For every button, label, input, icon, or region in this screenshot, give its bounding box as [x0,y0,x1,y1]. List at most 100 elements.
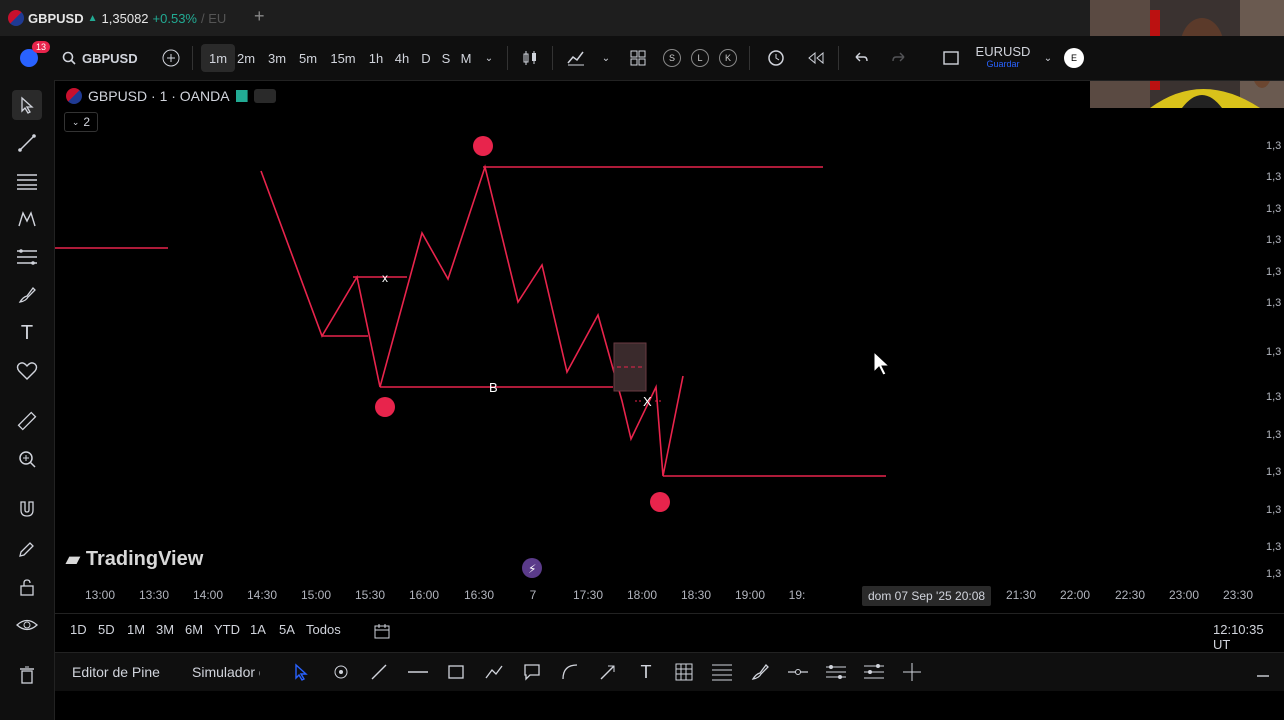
tv-logo-icon: ▰ [66,549,80,569]
alert-clock-icon[interactable] [764,36,788,80]
segment-icon[interactable] [786,660,810,684]
letter-k-button[interactable]: K [719,36,737,80]
b-label: B [489,380,498,395]
zoom-in-icon[interactable] [12,444,42,474]
timeframe-label: D [421,50,431,66]
timeframe-d[interactable]: D [419,36,433,80]
horizontal-line-icon[interactable] [406,660,430,684]
eye-icon[interactable] [12,610,42,640]
svg-text:⚡: ⚡ [528,562,536,576]
chevron-down-icon[interactable]: ⌄ [598,36,614,80]
lock-icon[interactable] [12,572,42,602]
timeframe-label: 4h [394,50,410,66]
undo-icon[interactable] [850,36,872,80]
time-tick-label: 13:30 [138,588,170,602]
letter-l-button[interactable]: L [691,36,709,80]
arrow-pen-icon[interactable] [596,660,620,684]
brush-icon[interactable] [748,660,772,684]
path-icon[interactable] [482,660,506,684]
pine-editor-tab[interactable]: Editor de Pine [72,664,160,680]
text-tool-icon[interactable]: T [634,660,658,684]
timeframe-m[interactable]: M [459,36,473,80]
calendar-icon[interactable] [373,622,391,643]
table-icon[interactable] [672,660,696,684]
range-button-3m[interactable]: 3M [156,622,174,637]
layout-save-button[interactable]: EURUSD Guardar [974,36,1032,80]
b-point-marker[interactable] [375,397,395,417]
strategy-tester-tab[interactable]: Simulador de [192,664,260,680]
trend-line-icon[interactable] [12,128,42,158]
tab-price: 1,35082 [101,10,149,26]
fullscreen-square-icon[interactable] [940,36,962,80]
symbol-tab[interactable]: GBPUSD ▲ 1,35082 +0.53% / EU [8,4,226,32]
price-buttons[interactable] [253,89,276,103]
range-button-1d[interactable]: 1D [70,622,87,637]
replay-icon[interactable] [805,36,827,80]
fib-tools-icon[interactable] [12,242,42,272]
chart-canvas[interactable]: x B X ⚡ [55,81,1284,611]
indicator-count: 2 [83,115,91,129]
timeframe-3m[interactable]: 3m [265,36,289,80]
range-button-5a[interactable]: 5A [279,622,295,637]
cursor-icon[interactable] [12,90,42,120]
range-button-1m[interactable]: 1M [127,622,145,637]
heart-icon[interactable] [12,356,42,386]
chevron-down-icon[interactable]: ⌄ [481,36,497,80]
avatar[interactable]: E [1064,36,1084,80]
timeframe-1m[interactable]: 1m [201,44,235,72]
rectangle-icon[interactable] [444,660,468,684]
settings-lines-icon[interactable] [824,660,848,684]
magnet-icon[interactable] [12,494,42,524]
pencil-lock-icon[interactable] [12,534,42,564]
callout-icon[interactable] [520,660,544,684]
horizontal-lines-icon[interactable] [12,166,42,196]
range-button-ytd[interactable]: YTD [214,622,240,637]
bottom-panel-bar: Editor de Pine Simulador de T [55,652,1284,691]
timeframe-4h[interactable]: 4h [392,36,412,80]
chart-legend[interactable]: GBPUSD · 1 · OANDA [66,88,276,104]
range-button-5d[interactable]: 5D [98,622,115,637]
chevron-down-icon[interactable]: ⌄ [1040,36,1056,80]
low-point-marker[interactable] [650,492,670,512]
layout-grid-icon[interactable] [626,36,650,80]
trash-icon[interactable] [12,660,42,690]
timeframe-s[interactable]: S [440,36,452,80]
range-button-1a[interactable]: 1A [250,622,266,637]
minimize-icon[interactable] [1251,660,1275,684]
clock-time[interactable]: 12:10:35 UT [1213,622,1284,652]
indicators-collapse-button[interactable]: ⌄ 2 [64,112,98,132]
symbol-search-button[interactable]: GBPUSD [62,36,142,80]
timeframe-5m[interactable]: 5m [296,36,320,80]
compare-plus-button[interactable] [160,36,182,80]
price-tick-label: 1,3 [1266,266,1282,278]
candles-icon[interactable] [518,36,542,80]
price-tick-label: 1,3 [1266,171,1282,183]
new-tab-plus-icon[interactable]: + [254,6,265,27]
line-tool-icon[interactable] [367,660,391,684]
cursor-icon[interactable] [289,660,313,684]
chart-title: GBPUSD · 1 · OANDA [88,88,230,104]
range-button-6m[interactable]: 6M [185,622,203,637]
crosshair-icon[interactable] [900,660,924,684]
brush-icon[interactable] [12,280,42,310]
notifications-button[interactable]: 13 [14,36,51,80]
text-tool-icon[interactable]: T [12,318,42,348]
timeframe-2m[interactable]: 2m [234,36,258,80]
letter-s-button[interactable]: S [663,36,681,80]
timeframe-label: 5m [298,50,318,66]
range-button-todos[interactable]: Todos [306,622,341,637]
fib-lines-icon[interactable] [710,660,734,684]
redo-icon[interactable] [888,36,910,80]
high-point-marker[interactable] [473,136,493,156]
indicators-icon[interactable] [564,36,588,80]
ruler-icon[interactable] [12,406,42,436]
timeframe-1h[interactable]: 1h [366,36,386,80]
node-tool-icon[interactable] [329,660,353,684]
time-axis[interactable]: 23:3023:0022:3022:0021:3021:0019:19:0018… [55,583,1284,607]
search-icon [62,51,76,65]
pattern-icon[interactable] [12,204,42,234]
timeframe-15m[interactable]: 15m [328,36,358,80]
time-tick-label: 13:00 [84,588,116,602]
arc-icon[interactable] [558,660,582,684]
filter-lines-icon[interactable] [862,660,886,684]
